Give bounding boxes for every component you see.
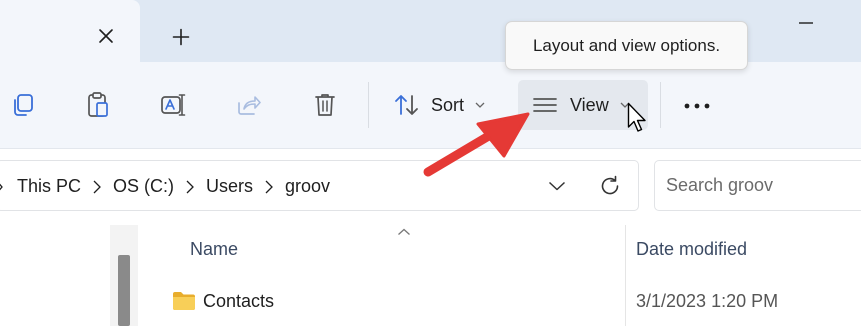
refresh-icon <box>601 175 619 195</box>
address-bar[interactable]: This PC OS (C:) Users groov <box>0 160 639 211</box>
rename-icon <box>161 94 186 116</box>
breadcrumb-users[interactable]: Users <box>202 172 257 201</box>
copy-button[interactable] <box>6 88 40 122</box>
breadcrumb-this-pc[interactable]: This PC <box>13 172 85 201</box>
rename-button[interactable] <box>157 88 191 122</box>
delete-button[interactable] <box>308 88 342 122</box>
close-icon <box>99 29 113 43</box>
minimize-button[interactable] <box>786 8 826 38</box>
paste-button[interactable] <box>81 88 115 122</box>
content-area: Name Date modified Contacts 3/1/2023 1:2… <box>0 225 861 326</box>
tab-close-button[interactable] <box>92 22 120 50</box>
sort-icon <box>395 95 418 115</box>
new-tab-button[interactable] <box>166 22 196 52</box>
toolbar-separator <box>368 82 369 128</box>
scrollbar-thumb[interactable] <box>118 255 130 326</box>
minimize-icon <box>799 22 813 24</box>
more-options-button[interactable] <box>674 88 720 124</box>
address-history-button[interactable] <box>543 172 571 200</box>
column-header-name[interactable]: Name <box>190 239 238 260</box>
share-button[interactable] <box>232 88 266 122</box>
refresh-button[interactable] <box>595 171 625 201</box>
chevron-right-icon[interactable] <box>265 180 273 194</box>
breadcrumb: This PC OS (C:) Users groov <box>0 161 334 212</box>
annotation-arrow <box>423 112 530 177</box>
folder-icon <box>173 292 195 310</box>
plus-icon <box>172 28 190 46</box>
file-name: Contacts <box>203 291 275 311</box>
column-header-date-modified[interactable]: Date modified <box>636 239 747 260</box>
chevron-down-icon <box>548 181 566 191</box>
paste-icon <box>88 92 108 117</box>
copy-icon <box>14 94 33 116</box>
more-options-icon <box>684 103 710 109</box>
delete-icon <box>315 94 335 116</box>
sort-ascending-icon <box>395 225 413 239</box>
toolbar-separator <box>660 82 661 128</box>
search-box[interactable] <box>654 160 861 211</box>
nav-pane-scrollbar[interactable] <box>110 225 138 326</box>
chevron-right-icon[interactable] <box>93 180 101 194</box>
chevron-right-icon <box>0 180 5 194</box>
share-icon <box>238 96 261 115</box>
breadcrumb-groov[interactable]: groov <box>281 172 334 201</box>
view-list-icon <box>533 98 557 112</box>
view-label: View <box>570 94 609 115</box>
search-input[interactable] <box>666 175 846 196</box>
list-item[interactable]: Contacts 3/1/2023 1:20 PM <box>160 285 861 319</box>
file-date-modified: 3/1/2023 1:20 PM <box>636 291 779 311</box>
breadcrumb-os-c[interactable]: OS (C:) <box>109 172 178 201</box>
chevron-right-icon[interactable] <box>186 180 194 194</box>
active-tab[interactable] <box>0 0 140 62</box>
mouse-cursor-icon <box>627 102 646 132</box>
view-tooltip: Layout and view options. <box>505 21 748 70</box>
